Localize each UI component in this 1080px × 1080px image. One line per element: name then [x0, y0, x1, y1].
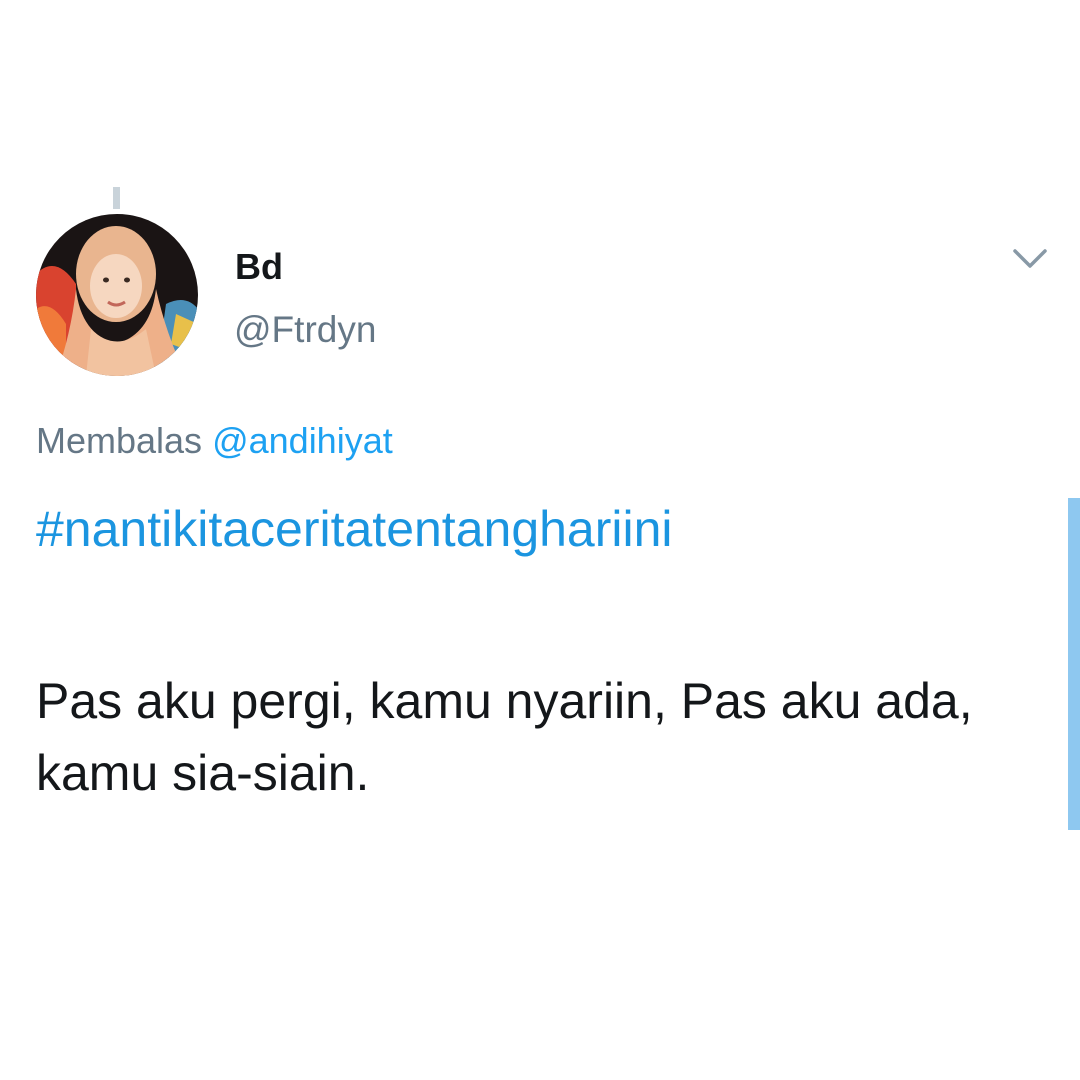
avatar-image: [36, 214, 198, 376]
thread-connector-line: [113, 187, 120, 209]
display-name[interactable]: Bd: [235, 245, 283, 289]
chevron-down-icon[interactable]: [1010, 245, 1050, 273]
hashtag-link[interactable]: #nantikitaceritatentanghariini: [36, 498, 673, 560]
reply-to-handle[interactable]: @andihiyat: [212, 420, 393, 461]
user-handle[interactable]: @Ftrdyn: [234, 307, 376, 353]
reply-context: Membalas @andihiyat: [36, 418, 393, 464]
tweet-text: Pas aku pergi, kamu nyariin, Pas aku ada…: [36, 673, 973, 801]
avatar[interactable]: [36, 214, 198, 376]
scroll-indicator: [1068, 498, 1080, 830]
reply-prefix: Membalas: [36, 420, 203, 461]
